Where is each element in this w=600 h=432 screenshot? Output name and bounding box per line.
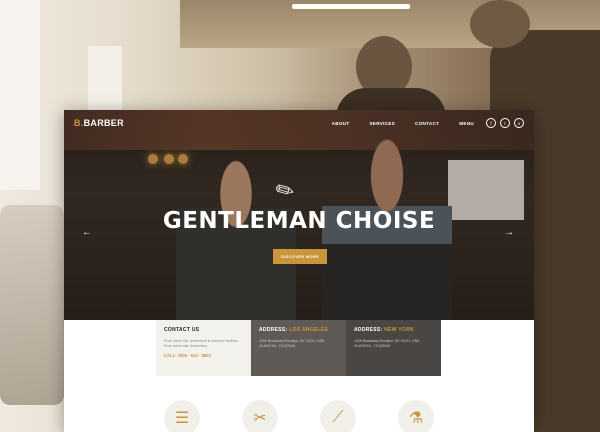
address-city: NEW YORK xyxy=(384,327,415,333)
logo-name: BARBER xyxy=(83,118,124,128)
address-label: ADDRESS: xyxy=(259,327,288,333)
background-light xyxy=(292,4,410,9)
razor-icon[interactable]: ⟋ xyxy=(320,400,356,432)
nav-links: ABOUT SERVICES CONTACT MENU xyxy=(332,121,474,126)
address-city: LOS ANGELES xyxy=(289,327,329,333)
address-ny-text: 1006 Broadway Brooklyn, NY 11221, USA 40… xyxy=(354,339,420,348)
facebook-icon[interactable]: f xyxy=(486,118,496,128)
nav-link-about[interactable]: ABOUT xyxy=(332,121,350,126)
contact-box: CONTACT US Proin lorem nisl, fermentum i… xyxy=(156,320,251,376)
navbar: B.BARBER ABOUT SERVICES CONTACT MENU f t… xyxy=(64,110,534,136)
address-ny-box: ADDRESS: NEW YORK 1006 Broadway Brooklyn… xyxy=(346,320,441,376)
contact-text: Proin lorem nisl, fermentum in interdum … xyxy=(164,339,239,348)
website-mockup: B.BARBER ABOUT SERVICES CONTACT MENU f t… xyxy=(64,110,534,432)
hero-section: B.BARBER ABOUT SERVICES CONTACT MENU f t… xyxy=(64,110,534,320)
address-la-heading: ADDRESS: LOS ANGELES xyxy=(259,327,338,333)
twitter-icon[interactable]: t xyxy=(500,118,510,128)
address-label: ADDRESS: xyxy=(354,327,383,333)
hero-title: GENTLEMAN CHOISE xyxy=(162,208,436,234)
address-la-box: ADDRESS: LOS ANGELES 1006 Broadway Brook… xyxy=(251,320,346,376)
nav-link-menu[interactable]: MENU xyxy=(459,121,474,126)
service-icons: ☰ ✂ ⟋ ⚗ xyxy=(64,400,534,432)
site-logo[interactable]: B.BARBER xyxy=(74,118,124,128)
logo-prefix: B. xyxy=(74,118,84,128)
info-bar: CONTACT US Proin lorem nisl, fermentum i… xyxy=(156,320,441,376)
address-ny-heading: ADDRESS: NEW YORK xyxy=(354,327,433,333)
nav-link-services[interactable]: SERVICES xyxy=(369,121,395,126)
background-window xyxy=(88,46,122,116)
nav-link-contact[interactable]: CONTACT xyxy=(415,121,439,126)
background-barber-head xyxy=(470,0,530,48)
contact-phone[interactable]: CALL: 7800 · 614 · 8803 xyxy=(164,353,243,358)
social-links: f t o xyxy=(486,118,524,128)
discover-more-button[interactable]: DISCOVER MORE xyxy=(273,249,327,264)
contact-heading: CONTACT US xyxy=(164,327,200,333)
instagram-icon[interactable]: o xyxy=(514,118,524,128)
background-window xyxy=(0,0,40,190)
address-la-text: 1006 Broadway Brooklyn, NY 11221, USA 40… xyxy=(259,339,325,348)
spray-bottle-icon[interactable]: ⚗ xyxy=(398,400,434,432)
comb-icon[interactable]: ☰ xyxy=(164,400,200,432)
background-barber-chair xyxy=(0,205,64,405)
scissors-icon[interactable]: ✂ xyxy=(242,400,278,432)
